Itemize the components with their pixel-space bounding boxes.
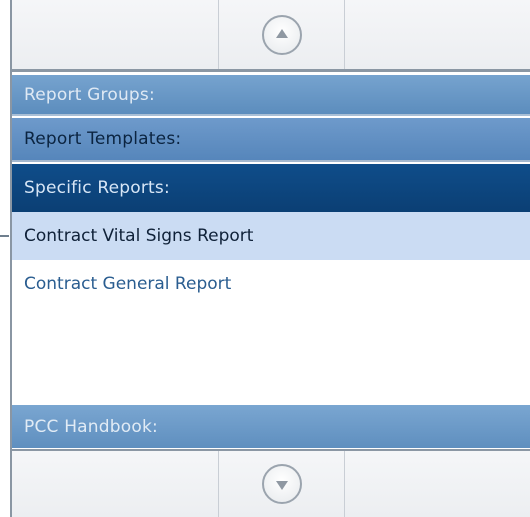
top-scroll-bar: [12, 0, 530, 72]
scroll-up-button[interactable]: [218, 0, 345, 69]
section-report-groups-label: Report Groups:: [24, 84, 155, 105]
connector-pointer: [0, 235, 9, 237]
scroll-down-button[interactable]: [218, 451, 345, 517]
list-item-contract-vital-signs-report[interactable]: Contract Vital Signs Report: [12, 212, 530, 260]
section-report-groups[interactable]: Report Groups:: [12, 75, 530, 116]
section-specific-reports[interactable]: Specific Reports:: [12, 164, 530, 212]
section-pcc-handbook[interactable]: PCC Handbook:: [12, 405, 530, 448]
list-item-label: Contract General Report: [24, 274, 232, 294]
up-arrow-glyph: [275, 29, 288, 38]
chevron-down-circle-icon: [261, 464, 302, 504]
specific-reports-list: Contract Vital Signs Report Contract Gen…: [12, 212, 530, 405]
navigation-panel: Report Groups: Report Templates: Specifi…: [10, 0, 530, 517]
section-specific-reports-label: Specific Reports:: [24, 178, 170, 198]
list-item-contract-general-report[interactable]: Contract General Report: [12, 260, 530, 308]
list-item-label: Contract Vital Signs Report: [24, 226, 254, 246]
section-report-templates[interactable]: Report Templates:: [12, 118, 530, 162]
report-navigator: Report Groups: Report Templates: Specifi…: [0, 0, 530, 517]
bottom-scroll-bar: [12, 449, 530, 517]
chevron-up-circle-icon: [261, 14, 302, 55]
down-arrow-glyph: [275, 480, 288, 490]
section-pcc-handbook-label: PCC Handbook:: [24, 416, 158, 437]
section-report-templates-label: Report Templates:: [24, 129, 182, 149]
